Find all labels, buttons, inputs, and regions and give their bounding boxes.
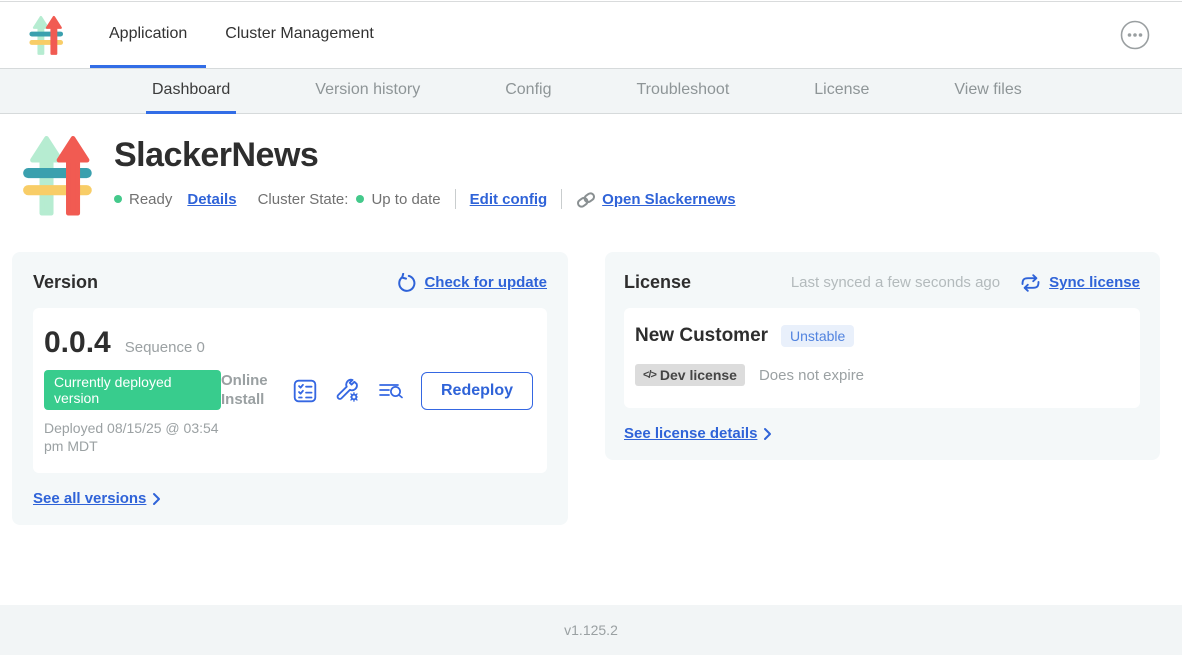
header-right [1120,2,1182,68]
app-status-text: Ready [129,191,172,208]
check-for-update-link[interactable]: Check for update [424,274,547,291]
app-logo-icon [26,14,68,56]
cluster-state-label: Cluster State: [258,191,349,208]
main-header: Application Cluster Management [0,2,1182,68]
see-all-versions[interactable]: See all versions [33,490,547,507]
cluster-state-text: Up to date [371,191,440,208]
subnav-config[interactable]: Config [499,69,557,114]
license-info-panel: New Customer Unstable </> Dev license Do… [624,308,1140,408]
console-version: v1.125.2 [564,622,618,638]
deployed-timestamp: Deployed 08/15/25 @ 03:54 pm MDT [44,419,221,455]
chain-link-icon [576,189,596,209]
license-type-badge: </> Dev license [635,364,745,386]
edit-config-link[interactable]: Edit config [470,191,548,208]
subnav-view-files[interactable]: View files [948,69,1027,114]
header-tabs: Application Cluster Management [90,2,393,68]
details-link[interactable]: Details [187,191,236,208]
subnav-license[interactable]: License [808,69,875,114]
redeploy-button[interactable]: Redeploy [421,372,533,410]
see-license-details[interactable]: See license details [624,425,1140,442]
overflow-menu-icon[interactable] [1120,20,1150,50]
sync-license-link[interactable]: Sync license [1049,274,1140,291]
subnav-version-history[interactable]: Version history [309,69,426,114]
chevron-right-icon [152,492,161,506]
subnav-dashboard[interactable]: Dashboard [146,69,236,114]
license-type-text: Dev license [660,367,737,383]
view-logs-icon[interactable] [378,378,404,404]
install-type-label: Online Install [221,372,275,410]
cluster-status-dot [356,195,364,203]
divider [455,189,456,209]
admin-console-page: Application Cluster Management Dashboard… [0,0,1182,655]
subnav-troubleshoot[interactable]: Troubleshoot [630,69,735,114]
edit-config-icon[interactable] [335,378,361,404]
code-icon: </> [643,369,656,381]
version-number: 0.0.4 [44,326,111,360]
dashboard-cards: Version Check for update 0.0.4 Sequence … [0,232,1182,525]
app-logo-large [20,132,98,218]
app-hero: SlackerNews Ready Details Cluster State:… [0,114,1182,218]
license-card: License Last synced a few seconds ago Sy… [605,252,1160,460]
chevron-right-icon [763,427,772,441]
deployed-badge: Currently deployed version [44,370,221,410]
open-slackernews-link[interactable]: Open Slackernews [602,191,735,208]
app-subnav: Dashboard Version history Config Trouble… [0,68,1182,114]
open-app-link-group[interactable]: Open Slackernews [576,189,735,209]
check-update-icon [396,273,416,293]
preflight-checks-icon[interactable] [292,378,318,404]
channel-badge: Unstable [781,325,854,347]
version-sequence: Sequence 0 [125,339,205,356]
license-card-title: License [624,272,691,293]
sync-license-icon [1020,273,1041,293]
app-status-row: Ready Details Cluster State: Up to date … [114,189,736,209]
see-license-details-link[interactable]: See license details [624,425,757,442]
divider [561,189,562,209]
last-synced-text: Last synced a few seconds ago [791,274,1000,291]
console-footer: v1.125.2 [0,605,1182,655]
current-version-panel: 0.0.4 Sequence 0 Currently deployed vers… [33,308,547,473]
tab-cluster-management[interactable]: Cluster Management [206,2,393,68]
license-expiry: Does not expire [759,367,864,384]
see-all-versions-link[interactable]: See all versions [33,490,146,507]
app-status-dot [114,195,122,203]
page-title: SlackerNews [114,136,736,175]
version-card-title: Version [33,272,98,293]
tab-application[interactable]: Application [90,2,206,68]
version-card: Version Check for update 0.0.4 Sequence … [12,252,568,525]
customer-name: New Customer [635,325,768,347]
